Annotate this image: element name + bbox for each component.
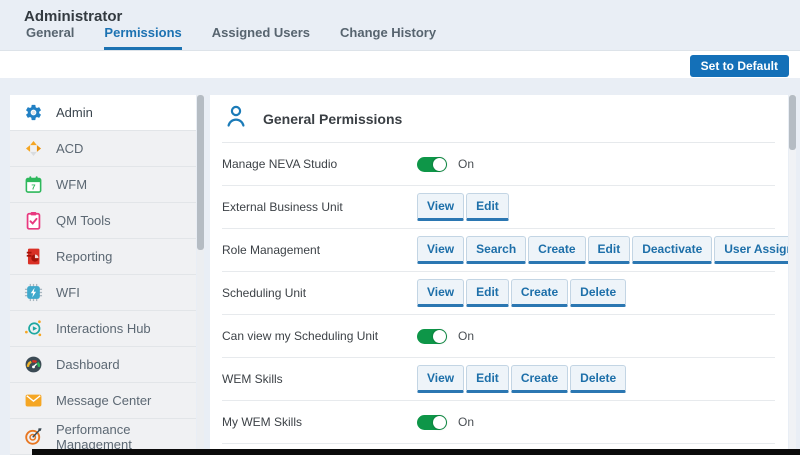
permission-row: Manage NEVA Studio On — [222, 143, 775, 186]
person-icon — [224, 104, 248, 133]
toggle-switch-on[interactable] — [417, 329, 447, 344]
permission-label: Manage NEVA Studio — [222, 157, 417, 171]
gauge-icon — [24, 355, 43, 374]
permission-label: Can view my Scheduling Unit — [222, 329, 417, 343]
permission-button-create[interactable]: Create — [528, 236, 585, 264]
permission-rows: Manage NEVA Studio On External Business Un… — [210, 143, 788, 444]
window-bottom-edge — [32, 449, 800, 455]
target-icon — [24, 427, 43, 446]
permission-button-view[interactable]: View — [417, 193, 464, 221]
play-hub-icon — [24, 319, 43, 338]
section-header: General Permissions — [222, 95, 775, 143]
sidebar-item-reporting[interactable]: Reporting — [10, 239, 196, 275]
permission-label: Role Management — [222, 243, 417, 257]
action-toolbar: Set to Default — [0, 50, 800, 78]
sidebar-item-label: QM Tools — [56, 213, 111, 228]
sidebar-item-label: Reporting — [56, 249, 112, 264]
permission-button-edit[interactable]: Edit — [588, 236, 631, 264]
tab-general[interactable]: General — [26, 25, 74, 50]
permission-row: Scheduling UnitViewEditCreateDelete — [222, 272, 775, 315]
sidebar-item-label: WFM — [56, 177, 87, 192]
permission-row: WEM SkillsViewEditCreateDelete — [222, 358, 775, 401]
calendar-icon: 7 — [24, 175, 43, 194]
permission-label: Scheduling Unit — [222, 286, 417, 300]
toggle-switch-on[interactable] — [417, 157, 447, 172]
module-sidebar: Admin ACD 7 WFM QM Tools Reporting WFI Interact… — [10, 95, 196, 455]
permissions-panel: General Permissions Manage NEVA Studio On… — [210, 95, 788, 455]
page-header: Administrator General Permissions Assigned… — [0, 0, 800, 50]
permission-button-edit[interactable]: Edit — [466, 193, 509, 221]
sidebar-item-label: Performance Management — [56, 422, 196, 452]
permission-label: External Business Unit — [222, 200, 417, 214]
content-scrollbar-thumb[interactable] — [789, 95, 796, 150]
permission-button-deactivate[interactable]: Deactivate — [632, 236, 712, 264]
permission-row: External Business UnitViewEdit — [222, 186, 775, 229]
sidebar-item-acd[interactable]: ACD — [10, 131, 196, 167]
page-title: Administrator — [24, 8, 122, 25]
sidebar-item-qm-tools[interactable]: QM Tools — [10, 203, 196, 239]
permission-label: WEM Skills — [222, 372, 417, 386]
sidebar-item-dashboard[interactable]: Dashboard — [10, 347, 196, 383]
sidebar-item-label: Message Center — [56, 393, 151, 408]
tab-assigned-users[interactable]: Assigned Users — [212, 25, 310, 50]
permission-label: My WEM Skills — [222, 415, 417, 429]
permission-button-create[interactable]: Create — [511, 279, 568, 307]
sidebar-item-message-center[interactable]: Message Center — [10, 383, 196, 419]
permission-button-view[interactable]: View — [417, 279, 464, 307]
permission-button-user-assignment[interactable]: User Assignment — [714, 236, 788, 264]
toggle-state-label: On — [458, 329, 474, 343]
permission-button-group: ViewEditCreateDelete — [417, 279, 626, 307]
section-title: General Permissions — [263, 111, 402, 127]
permission-button-search[interactable]: Search — [466, 236, 526, 264]
sidebar-item-interactions-hub[interactable]: Interactions Hub — [10, 311, 196, 347]
sidebar-item-label: Admin — [56, 105, 93, 120]
sidebar-item-label: ACD — [56, 141, 83, 156]
sidebar-item-label: Interactions Hub — [56, 321, 151, 336]
report-icon — [24, 247, 43, 266]
permission-button-delete[interactable]: Delete — [570, 365, 626, 393]
permission-button-group: ViewEditCreateDelete — [417, 365, 626, 393]
sidebar-scrollbar-thumb[interactable] — [197, 95, 204, 250]
permission-button-group: ViewEdit — [417, 193, 509, 221]
permission-button-edit[interactable]: Edit — [466, 365, 509, 393]
sidebar-item-wfm[interactable]: 7 WFM — [10, 167, 196, 203]
sidebar-item-label: Dashboard — [56, 357, 120, 372]
permission-button-edit[interactable]: Edit — [466, 279, 509, 307]
permission-row: My WEM Skills On — [222, 401, 775, 444]
sidebar-item-wfi[interactable]: WFI — [10, 275, 196, 311]
tab-permissions[interactable]: Permissions — [104, 25, 181, 50]
permission-button-create[interactable]: Create — [511, 365, 568, 393]
envelope-icon — [24, 391, 43, 410]
gear-icon — [24, 103, 43, 122]
tab-change-history[interactable]: Change History — [340, 25, 436, 50]
permission-button-group: ViewSearchCreateEditDeactivateUser Assig… — [417, 236, 788, 264]
toggle-state-label: On — [458, 157, 474, 171]
set-to-default-button[interactable]: Set to Default — [690, 55, 789, 77]
clipboard-check-icon — [24, 211, 43, 230]
sidebar-item-admin[interactable]: Admin — [10, 95, 196, 131]
toggle-switch-on[interactable] — [417, 415, 447, 430]
chip-bolt-icon — [24, 283, 43, 302]
content-scrollbar[interactable] — [789, 95, 796, 455]
permission-button-view[interactable]: View — [417, 365, 464, 393]
permission-button-view[interactable]: View — [417, 236, 464, 264]
toggle-state-label: On — [458, 415, 474, 429]
acd-arrows-icon — [24, 139, 43, 158]
tab-bar: General Permissions Assigned Users Change H… — [26, 25, 436, 50]
svg-text:7: 7 — [31, 183, 35, 192]
permission-row: Can view my Scheduling Unit On — [222, 315, 775, 358]
sidebar-item-label: WFI — [56, 285, 80, 300]
permission-row: Role ManagementViewSearchCreateEditDeact… — [222, 229, 775, 272]
permission-button-delete[interactable]: Delete — [570, 279, 626, 307]
sidebar-scrollbar[interactable] — [197, 95, 204, 455]
